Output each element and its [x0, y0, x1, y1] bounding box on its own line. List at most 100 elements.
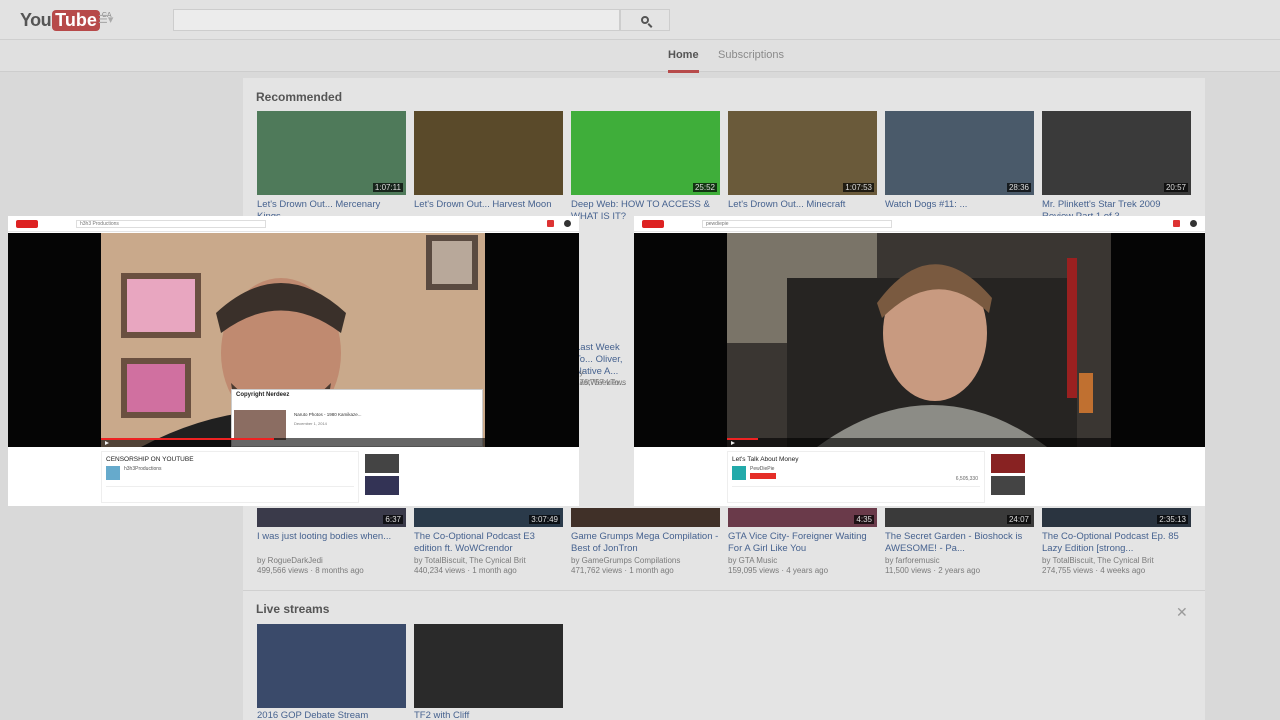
- divider: [106, 486, 354, 487]
- recommended-heading: Recommended: [256, 90, 343, 104]
- video-thumbnail[interactable]: 6:37: [257, 508, 406, 527]
- logo-text-you: You: [20, 9, 52, 30]
- related-sidebar: [365, 451, 485, 503]
- search-input[interactable]: [173, 9, 620, 31]
- progress-bar[interactable]: [101, 438, 274, 440]
- video-thumbnail[interactable]: 28:36: [885, 111, 1034, 195]
- avatar[interactable]: [564, 220, 571, 227]
- video-meta: 176,757 views: [575, 378, 627, 387]
- watch-below: CENSORSHIP ON YOUTUBE h3h3Productions: [8, 447, 579, 506]
- search-input[interactable]: pewdiepie: [702, 220, 892, 228]
- video-thumbnail[interactable]: 20:57: [1042, 111, 1191, 195]
- youtube-logo[interactable]: [642, 220, 664, 228]
- upload-icon[interactable]: [547, 220, 554, 227]
- video-player[interactable]: [634, 233, 1205, 447]
- video-meta: 471,762 views · 1 month ago: [571, 566, 674, 575]
- video-title[interactable]: Let's Drown Out... Minecraft: [728, 199, 877, 211]
- video-meta: 11,500 views · 2 years ago: [885, 566, 981, 575]
- video-title: CENSORSHIP ON YOUTUBE: [106, 456, 194, 463]
- related-item[interactable]: [991, 454, 1111, 473]
- video-thumbnail[interactable]: 3:07:49: [414, 508, 563, 527]
- upload-icon[interactable]: [1173, 220, 1180, 227]
- video-thumbnail[interactable]: 24:07: [885, 508, 1034, 527]
- shelf-divider: [243, 590, 1205, 591]
- divider: [732, 486, 980, 487]
- view-count: 6,505,330: [955, 476, 978, 482]
- card-date: December 1, 2014: [294, 421, 327, 426]
- video-channel[interactable]: by TotalBiscuit, The Cynical Brit: [1042, 556, 1191, 566]
- video-thumbnail[interactable]: [414, 624, 563, 708]
- video-title[interactable]: The Secret Garden - Bioshock is AWESOME!…: [885, 531, 1034, 555]
- video-frame[interactable]: Copyright Nerdeez Naruto Photos - 1980 K…: [101, 233, 485, 447]
- play-icon[interactable]: [731, 441, 735, 445]
- channel-name[interactable]: h3h3Productions: [124, 466, 162, 472]
- video-title[interactable]: Watch Dogs #11: ...: [885, 199, 1034, 211]
- tab-home[interactable]: Home: [668, 49, 699, 73]
- logo-text-tube: Tube: [52, 9, 100, 31]
- video-channel[interactable]: by TotalBiscuit, The Cynical Brit: [414, 556, 563, 566]
- video-title[interactable]: TF2 with Cliff: [414, 710, 563, 720]
- mini-masthead: pewdiepie: [634, 216, 1205, 232]
- related-thumbnail[interactable]: [991, 454, 1025, 473]
- video-meta: 440,234 views · 1 month ago: [414, 566, 517, 575]
- duration-badge: 6:37: [383, 515, 403, 524]
- video-title[interactable]: The Co-Optional Podcast Ep. 85 Lazy Edit…: [1042, 531, 1191, 555]
- video-player[interactable]: Copyright Nerdeez Naruto Photos - 1980 K…: [8, 233, 579, 447]
- card-video-title[interactable]: Naruto Photos - 1980 Kamikaze...: [294, 412, 362, 417]
- duration-badge: 4:35: [854, 515, 874, 524]
- channel-avatar[interactable]: [106, 466, 120, 480]
- video-frame[interactable]: [727, 233, 1111, 447]
- tab-subscriptions[interactable]: Subscriptions: [718, 49, 784, 61]
- related-thumbnail[interactable]: [365, 476, 399, 495]
- player-controls[interactable]: [727, 438, 1111, 447]
- video-thumbnail[interactable]: [414, 111, 563, 195]
- related-item[interactable]: [365, 454, 485, 473]
- related-thumbnail[interactable]: [991, 476, 1025, 495]
- related-thumbnail[interactable]: [365, 454, 399, 473]
- mini-masthead: h3h3 Productions: [8, 216, 579, 232]
- video-window-right: pewdiepie Let's Talk About Money PewDieP…: [634, 216, 1205, 506]
- video-title[interactable]: I was just looting bodies when...: [257, 531, 406, 543]
- video-thumbnail[interactable]: 25:52: [571, 111, 720, 195]
- video-channel[interactable]: by RogueDarkJedi: [257, 556, 406, 566]
- watch-below: Let's Talk About Money PewDiePie 6,505,3…: [634, 447, 1205, 506]
- search-icon: [641, 16, 649, 24]
- video-title[interactable]: 2016 GOP Debate Stream: [257, 710, 406, 720]
- video-thumbnail[interactable]: 2:35:13: [1042, 508, 1191, 527]
- duration-badge: 2:35:13: [1157, 515, 1188, 524]
- related-item[interactable]: [365, 476, 485, 495]
- close-icon[interactable]: ✕: [1176, 604, 1188, 621]
- duration-badge: 3:07:49: [529, 515, 560, 524]
- video-channel[interactable]: by farforemusic: [885, 556, 1034, 566]
- play-icon[interactable]: [105, 441, 109, 445]
- player-controls[interactable]: [101, 438, 485, 447]
- video-thumbnail[interactable]: 1:07:11: [257, 111, 406, 195]
- video-title[interactable]: The Co-Optional Podcast E3 edition ft. W…: [414, 531, 563, 555]
- youtube-logo[interactable]: [16, 220, 38, 228]
- progress-bar[interactable]: [727, 438, 758, 440]
- masthead-icons: [547, 220, 571, 228]
- video-thumbnail[interactable]: [257, 624, 406, 708]
- masthead: You Tube CA ☰▾: [0, 0, 1280, 40]
- guide-menu-icon[interactable]: ☰▾: [98, 13, 116, 27]
- live-streams-heading: Live streams: [256, 602, 330, 616]
- video-meta: 274,755 views · 4 weeks ago: [1042, 566, 1146, 575]
- video-channel[interactable]: by GTA Music: [728, 556, 877, 566]
- video-thumbnail[interactable]: 1:07:53: [728, 111, 877, 195]
- search-input[interactable]: h3h3 Productions: [76, 220, 266, 228]
- duration-badge: 28:36: [1006, 183, 1031, 192]
- search-button[interactable]: [620, 9, 670, 31]
- video-title[interactable]: Let's Drown Out... Harvest Moon: [414, 199, 563, 211]
- video-window-left: h3h3 Productions Copyright Nerdeez Narut…: [8, 216, 579, 506]
- video-title[interactable]: GTA Vice City- Foreigner Waiting For A G…: [728, 531, 877, 555]
- subscribe-button[interactable]: [750, 473, 776, 479]
- video-thumbnail[interactable]: [571, 508, 720, 527]
- avatar[interactable]: [1190, 220, 1197, 227]
- channel-avatar[interactable]: [732, 466, 746, 480]
- video-thumbnail[interactable]: 4:35: [728, 508, 877, 527]
- card-thumbnail[interactable]: [234, 410, 286, 440]
- channel-name[interactable]: PewDiePie: [750, 466, 774, 472]
- video-title[interactable]: Game Grumps Mega Compilation - Best of J…: [571, 531, 720, 555]
- related-item[interactable]: [991, 476, 1111, 495]
- video-channel[interactable]: by GameGrumps Compilations: [571, 556, 720, 566]
